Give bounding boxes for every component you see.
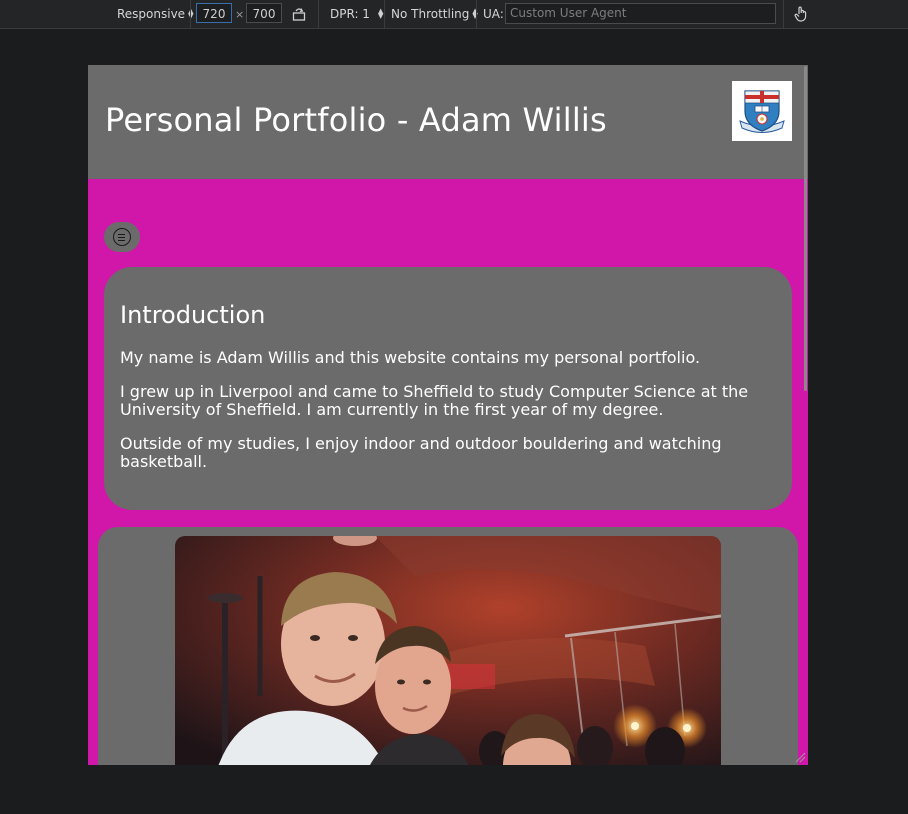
device-toolbar: Responsive ▲▼ 720 × 700 DPR: 1 ▲▼ No Thr…	[0, 0, 908, 29]
intro-paragraph: Outside of my studies, I enjoy indoor an…	[120, 434, 722, 471]
university-crest-icon	[739, 90, 785, 133]
personal-photo	[175, 536, 721, 765]
ua-label: UA:	[483, 7, 504, 21]
dpr-select-label: DPR: 1	[330, 7, 370, 21]
menu-icon	[113, 228, 131, 246]
dpr-select[interactable]: DPR: 1 ▲ ▼	[330, 0, 383, 28]
throttling-select-label: No Throttling	[391, 7, 470, 21]
hand-pointer-icon	[794, 6, 807, 22]
touch-simulation-button[interactable]	[794, 0, 808, 28]
intro-paragraph: I grew up in Liverpool and came to Sheff…	[120, 382, 749, 419]
rotate-icon	[292, 8, 306, 21]
resize-handle-icon[interactable]	[794, 751, 806, 763]
dimension-separator: ×	[235, 7, 245, 21]
user-agent-input[interactable]: Custom User Agent	[505, 3, 776, 24]
device-select-label: Responsive	[117, 7, 186, 21]
width-input[interactable]: 720	[196, 3, 232, 23]
menu-toggle-button[interactable]	[104, 222, 140, 252]
throttling-select[interactable]: No Throttling ▲▼	[391, 0, 478, 28]
viewport-scrollbar[interactable]	[804, 66, 807, 391]
group-selfie-image	[175, 536, 721, 765]
photo-card	[98, 527, 798, 765]
introduction-card: Introduction My name is Adam Willis and …	[104, 267, 792, 510]
updown-arrows-icon: ▲▼	[377, 7, 384, 20]
rotate-button[interactable]	[292, 0, 306, 28]
site-header: Personal Portfolio - Adam Willis	[88, 65, 808, 179]
emulated-viewport: Personal Portfolio - Adam Willis Introdu…	[88, 65, 808, 765]
device-select[interactable]: Responsive ▲▼	[117, 0, 193, 28]
university-crest-logo	[732, 81, 792, 141]
page-title: Personal Portfolio - Adam Willis	[105, 101, 607, 139]
introduction-heading: Introduction	[120, 301, 266, 329]
height-input[interactable]: 700	[246, 3, 282, 23]
intro-paragraph: My name is Adam Willis and this website …	[120, 348, 701, 367]
